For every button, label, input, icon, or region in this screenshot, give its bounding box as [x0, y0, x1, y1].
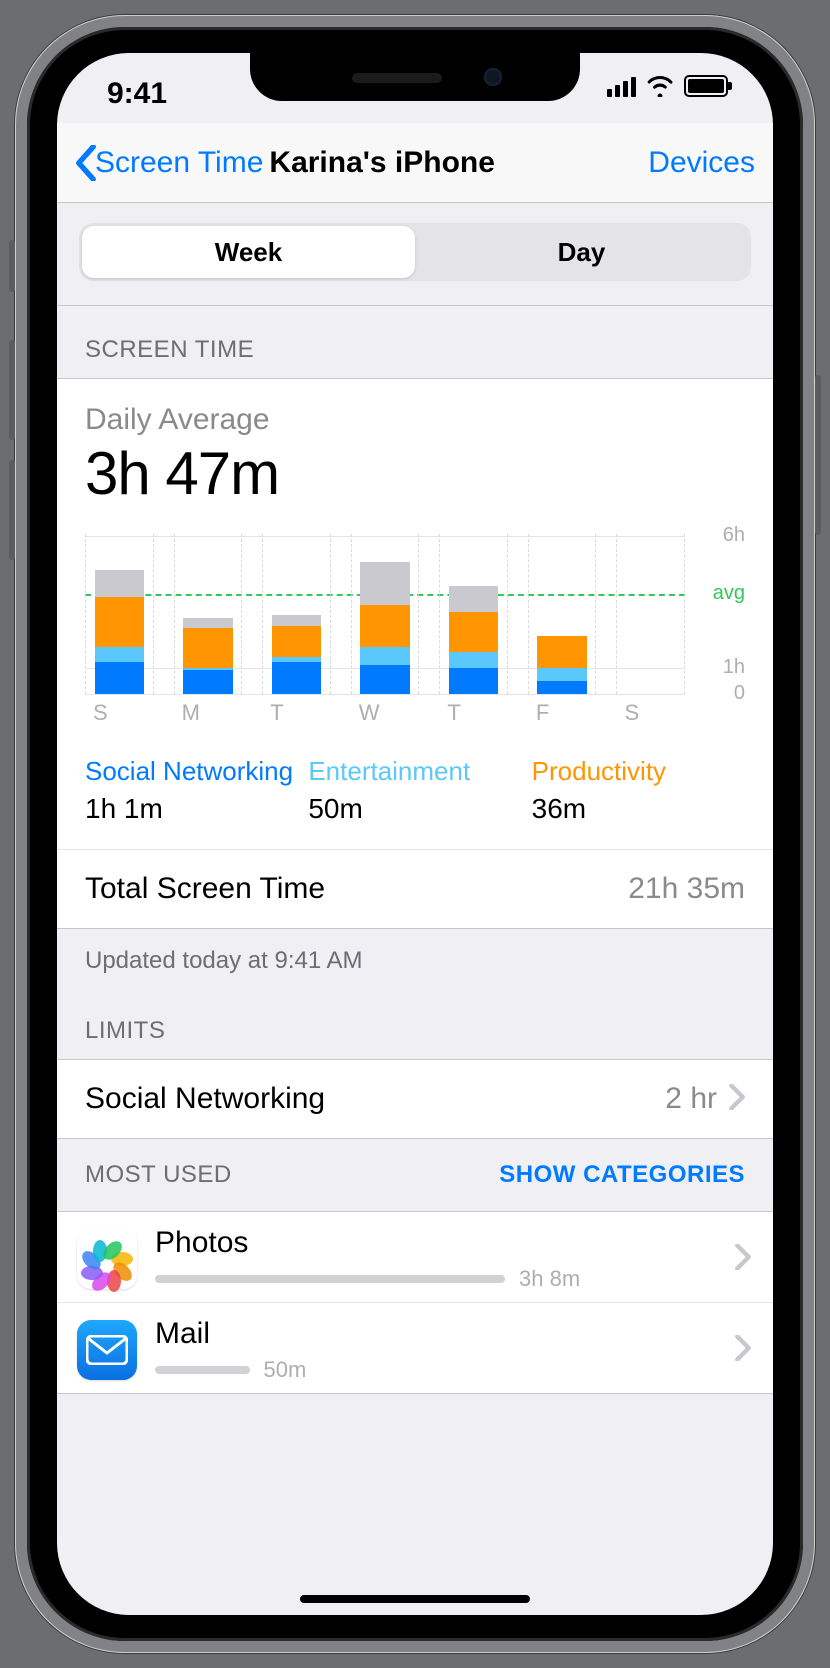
- app-time: 50m: [264, 1357, 307, 1383]
- most-used-label: MOST USED: [85, 1161, 232, 1189]
- app-time: 3h 8m: [519, 1266, 580, 1292]
- category-name: Social Networking: [85, 756, 298, 787]
- category-value: 36m: [532, 793, 745, 825]
- devices-button[interactable]: Devices: [648, 146, 755, 180]
- segmented-control: Week Day: [79, 223, 751, 281]
- usage-bar: [155, 1275, 505, 1283]
- usage-chart[interactable]: 01h6havgSMTWTFS: [57, 516, 773, 738]
- category-value: 50m: [308, 793, 521, 825]
- most-used-list: Photos 3h 8m Mail 50m: [57, 1211, 773, 1394]
- section-header-most-used: MOST USED SHOW CATEGORIES: [57, 1139, 773, 1211]
- daily-average-value: 3h 47m: [85, 439, 745, 508]
- battery-icon: [684, 75, 728, 97]
- app-name: Mail: [155, 1317, 725, 1351]
- updated-text: Updated today at 9:41 AM: [57, 929, 773, 977]
- chevron-right-icon: [735, 1244, 751, 1275]
- back-button[interactable]: Screen Time: [75, 145, 263, 181]
- section-header-screen-time: SCREEN TIME: [57, 306, 773, 378]
- limit-value: 2 hr: [665, 1082, 717, 1116]
- wifi-icon: [646, 75, 674, 97]
- category-value: 1h 1m: [85, 793, 298, 825]
- app-row[interactable]: Mail 50m: [57, 1302, 773, 1393]
- back-label: Screen Time: [95, 146, 263, 180]
- mail-app-icon: [77, 1320, 137, 1380]
- screen: 9:41 Screen Time Karina's iPhone Devices: [57, 53, 773, 1615]
- segment-week[interactable]: Week: [82, 226, 415, 278]
- page-title: Karina's iPhone: [269, 146, 495, 180]
- chevron-right-icon: [729, 1084, 745, 1115]
- show-categories-button[interactable]: SHOW CATEGORIES: [499, 1161, 745, 1189]
- daily-average-label: Daily Average: [85, 403, 745, 437]
- category-breakdown: Social Networking 1h 1m Entertainment 50m Pr…: [57, 738, 773, 849]
- limit-row[interactable]: Social Networking 2 hr: [57, 1060, 773, 1138]
- usage-bar: [155, 1366, 250, 1374]
- limits-card: Social Networking 2 hr: [57, 1059, 773, 1139]
- category-name: Entertainment: [308, 756, 521, 787]
- category-name: Productivity: [532, 756, 745, 787]
- total-value: 21h 35m: [628, 872, 745, 906]
- total-label: Total Screen Time: [85, 872, 325, 906]
- chevron-left-icon: [75, 145, 97, 181]
- photos-app-icon: [77, 1229, 137, 1289]
- home-indicator[interactable]: [300, 1595, 530, 1603]
- status-time: 9:41: [107, 77, 167, 111]
- section-header-limits: LIMITS: [57, 977, 773, 1059]
- limit-label: Social Networking: [85, 1082, 325, 1116]
- app-row[interactable]: Photos 3h 8m: [57, 1212, 773, 1302]
- app-name: Photos: [155, 1226, 725, 1260]
- segmented-control-wrap: Week Day: [57, 203, 773, 306]
- chevron-right-icon: [735, 1335, 751, 1366]
- cellular-icon: [607, 75, 636, 97]
- segment-day[interactable]: Day: [415, 226, 748, 278]
- total-screen-time-row: Total Screen Time 21h 35m: [57, 849, 773, 928]
- navigation-bar: Screen Time Karina's iPhone Devices: [57, 123, 773, 203]
- screen-time-card: Daily Average 3h 47m 01h6havgSMTWTFS Soc…: [57, 378, 773, 929]
- notch: [250, 53, 580, 101]
